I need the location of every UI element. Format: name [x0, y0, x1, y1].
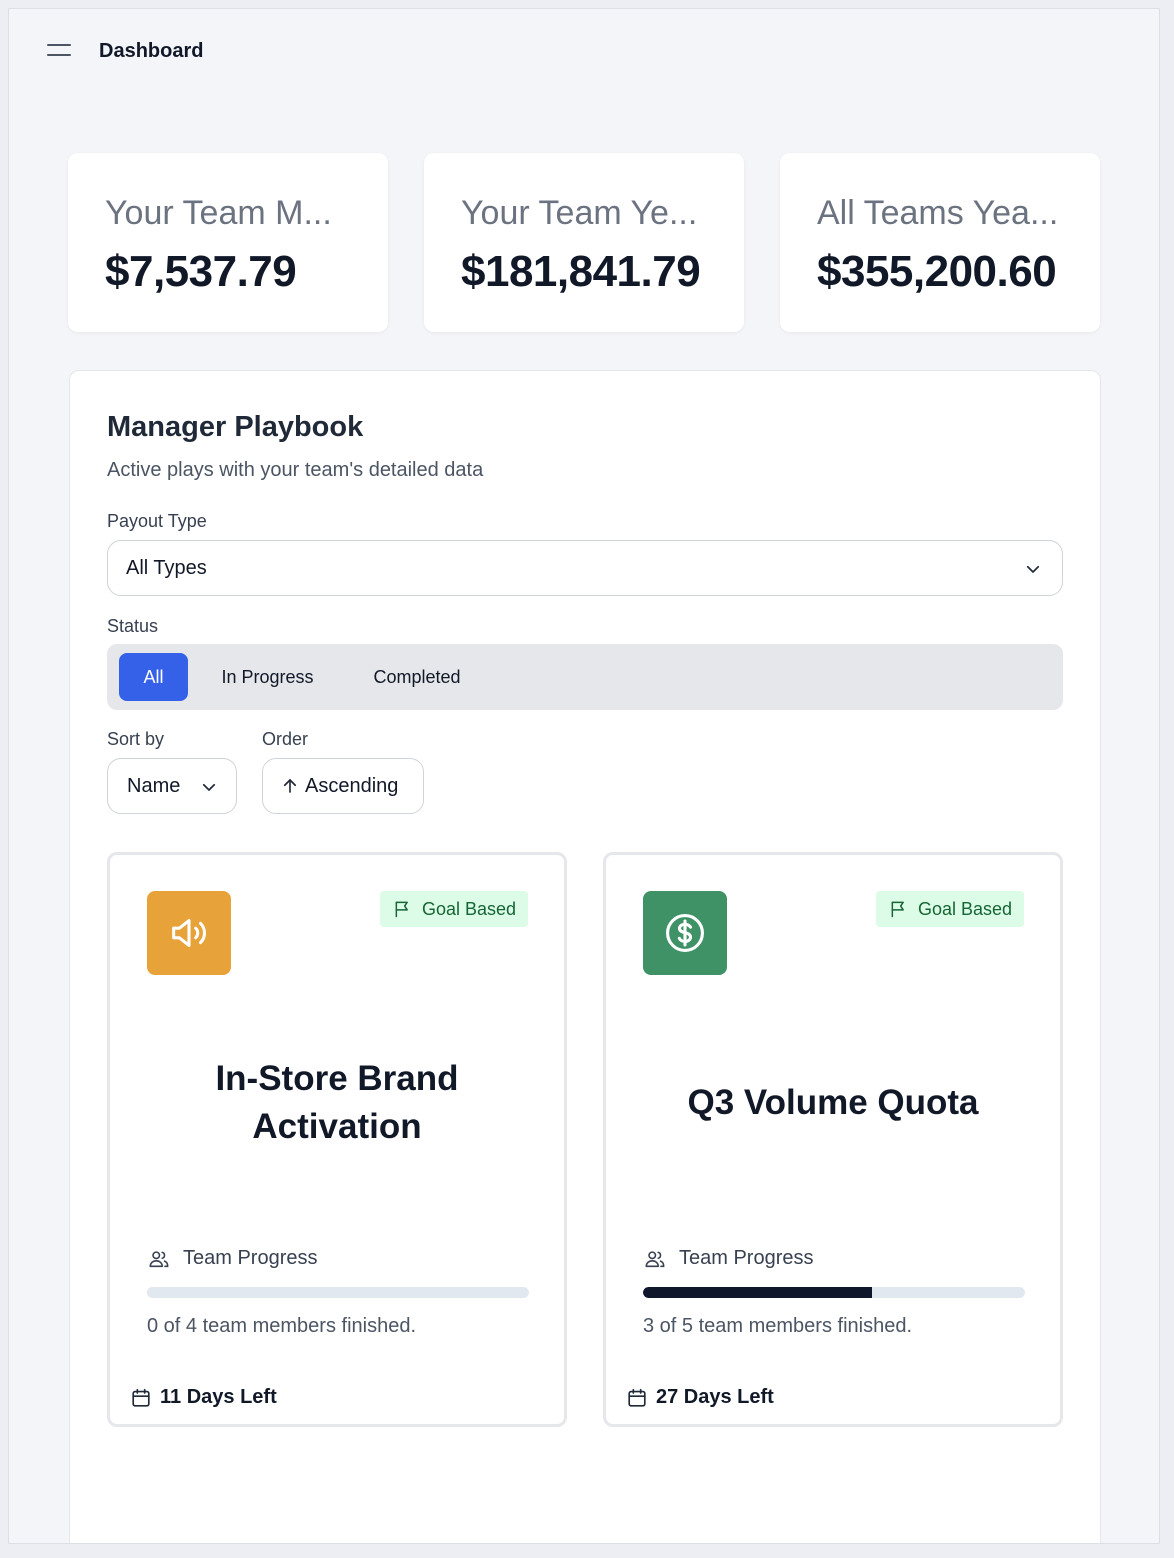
flag-icon — [891, 901, 904, 918]
goal-based-badge: Goal Based — [875, 891, 1024, 927]
payout-type-value: All Types — [126, 556, 207, 579]
team-progress-label: Team Progress — [679, 1247, 814, 1269]
goal-based-badge: Goal Based — [379, 891, 528, 927]
top-bar: Dashboard — [9, 9, 1159, 95]
sort-by-value: Name — [127, 774, 181, 797]
app-frame: Dashboard Your Team M... $7,537.79 Your … — [8, 8, 1160, 1544]
team-progress-row: Team Progress — [147, 1247, 318, 1270]
chevron-down-icon — [1026, 565, 1040, 573]
payout-type-select[interactable]: All Types — [107, 540, 1063, 596]
finished-text: 0 of 4 team members finished. — [147, 1315, 417, 1337]
stat-card-all-teams-yearly: All Teams Yea... $355,200.60 — [780, 153, 1100, 332]
sort-by-select[interactable]: Name — [107, 758, 237, 814]
status-label: Status — [107, 616, 159, 636]
stat-card-team-yearly: Your Team Ye... $181,841.79 — [424, 153, 744, 332]
flag-icon — [395, 901, 408, 918]
stat-value: $181,841.79 — [461, 247, 701, 296]
order-label: Order — [262, 729, 309, 749]
days-left: 27 Days Left — [626, 1386, 774, 1409]
team-progress-label: Team Progress — [183, 1247, 318, 1269]
payout-type-label: Payout Type — [107, 511, 207, 531]
play-card[interactable]: Goal Based Q3 Volume Quota Team Progress… — [603, 852, 1063, 1427]
calendar-icon — [132, 1388, 150, 1407]
play-card[interactable]: Goal Based In-Store Brand Activation Tea… — [107, 852, 567, 1427]
play-title: Q3 Volume Quota — [687, 1083, 979, 1122]
status-tab-completed[interactable]: Completed — [357, 653, 477, 701]
users-icon — [645, 1250, 665, 1267]
stat-label: Your Team Ye... — [461, 194, 698, 232]
page-title: Dashboard — [99, 40, 204, 62]
megaphone-icon — [147, 891, 231, 975]
chevron-down-icon — [202, 783, 216, 791]
days-left-label: 11 Days Left — [160, 1386, 277, 1408]
progress-bar — [643, 1287, 1025, 1298]
manager-playbook-panel: Manager Playbook Active plays with your … — [69, 370, 1101, 1543]
playbook-subtitle: Active plays with your team's detailed d… — [107, 459, 484, 481]
menu-icon[interactable] — [47, 39, 73, 61]
stat-label: All Teams Yea... — [817, 194, 1059, 232]
status-tab-in-progress[interactable]: In Progress — [205, 653, 330, 701]
order-toggle-button[interactable]: Ascending — [262, 758, 424, 814]
finished-text: 3 of 5 team members finished. — [643, 1315, 913, 1337]
users-icon — [149, 1250, 169, 1267]
team-progress-row: Team Progress — [643, 1247, 814, 1270]
badge-label: Goal Based — [421, 898, 516, 919]
arrow-up-icon — [283, 779, 297, 793]
progress-bar-fill — [643, 1287, 873, 1298]
badge-label: Goal Based — [917, 898, 1012, 919]
status-segmented-control: All In Progress Completed — [107, 644, 1063, 710]
days-left: 11 Days Left — [130, 1386, 277, 1409]
days-left-label: 27 Days Left — [656, 1386, 774, 1408]
order-value: Ascending — [305, 774, 399, 797]
stat-card-team-monthly: Your Team M... $7,537.79 — [68, 153, 388, 332]
status-tab-all[interactable]: All — [119, 653, 188, 701]
progress-bar — [147, 1287, 529, 1298]
dollar-icon — [643, 891, 727, 975]
stat-label: Your Team M... — [105, 194, 332, 232]
playbook-title: Manager Playbook — [107, 411, 364, 443]
sort-by-label: Sort by — [107, 729, 165, 749]
calendar-icon — [628, 1388, 646, 1407]
play-title: In-Store Brand Activation — [215, 1059, 459, 1146]
stat-value: $7,537.79 — [105, 247, 297, 296]
stat-value: $355,200.60 — [817, 247, 1057, 296]
